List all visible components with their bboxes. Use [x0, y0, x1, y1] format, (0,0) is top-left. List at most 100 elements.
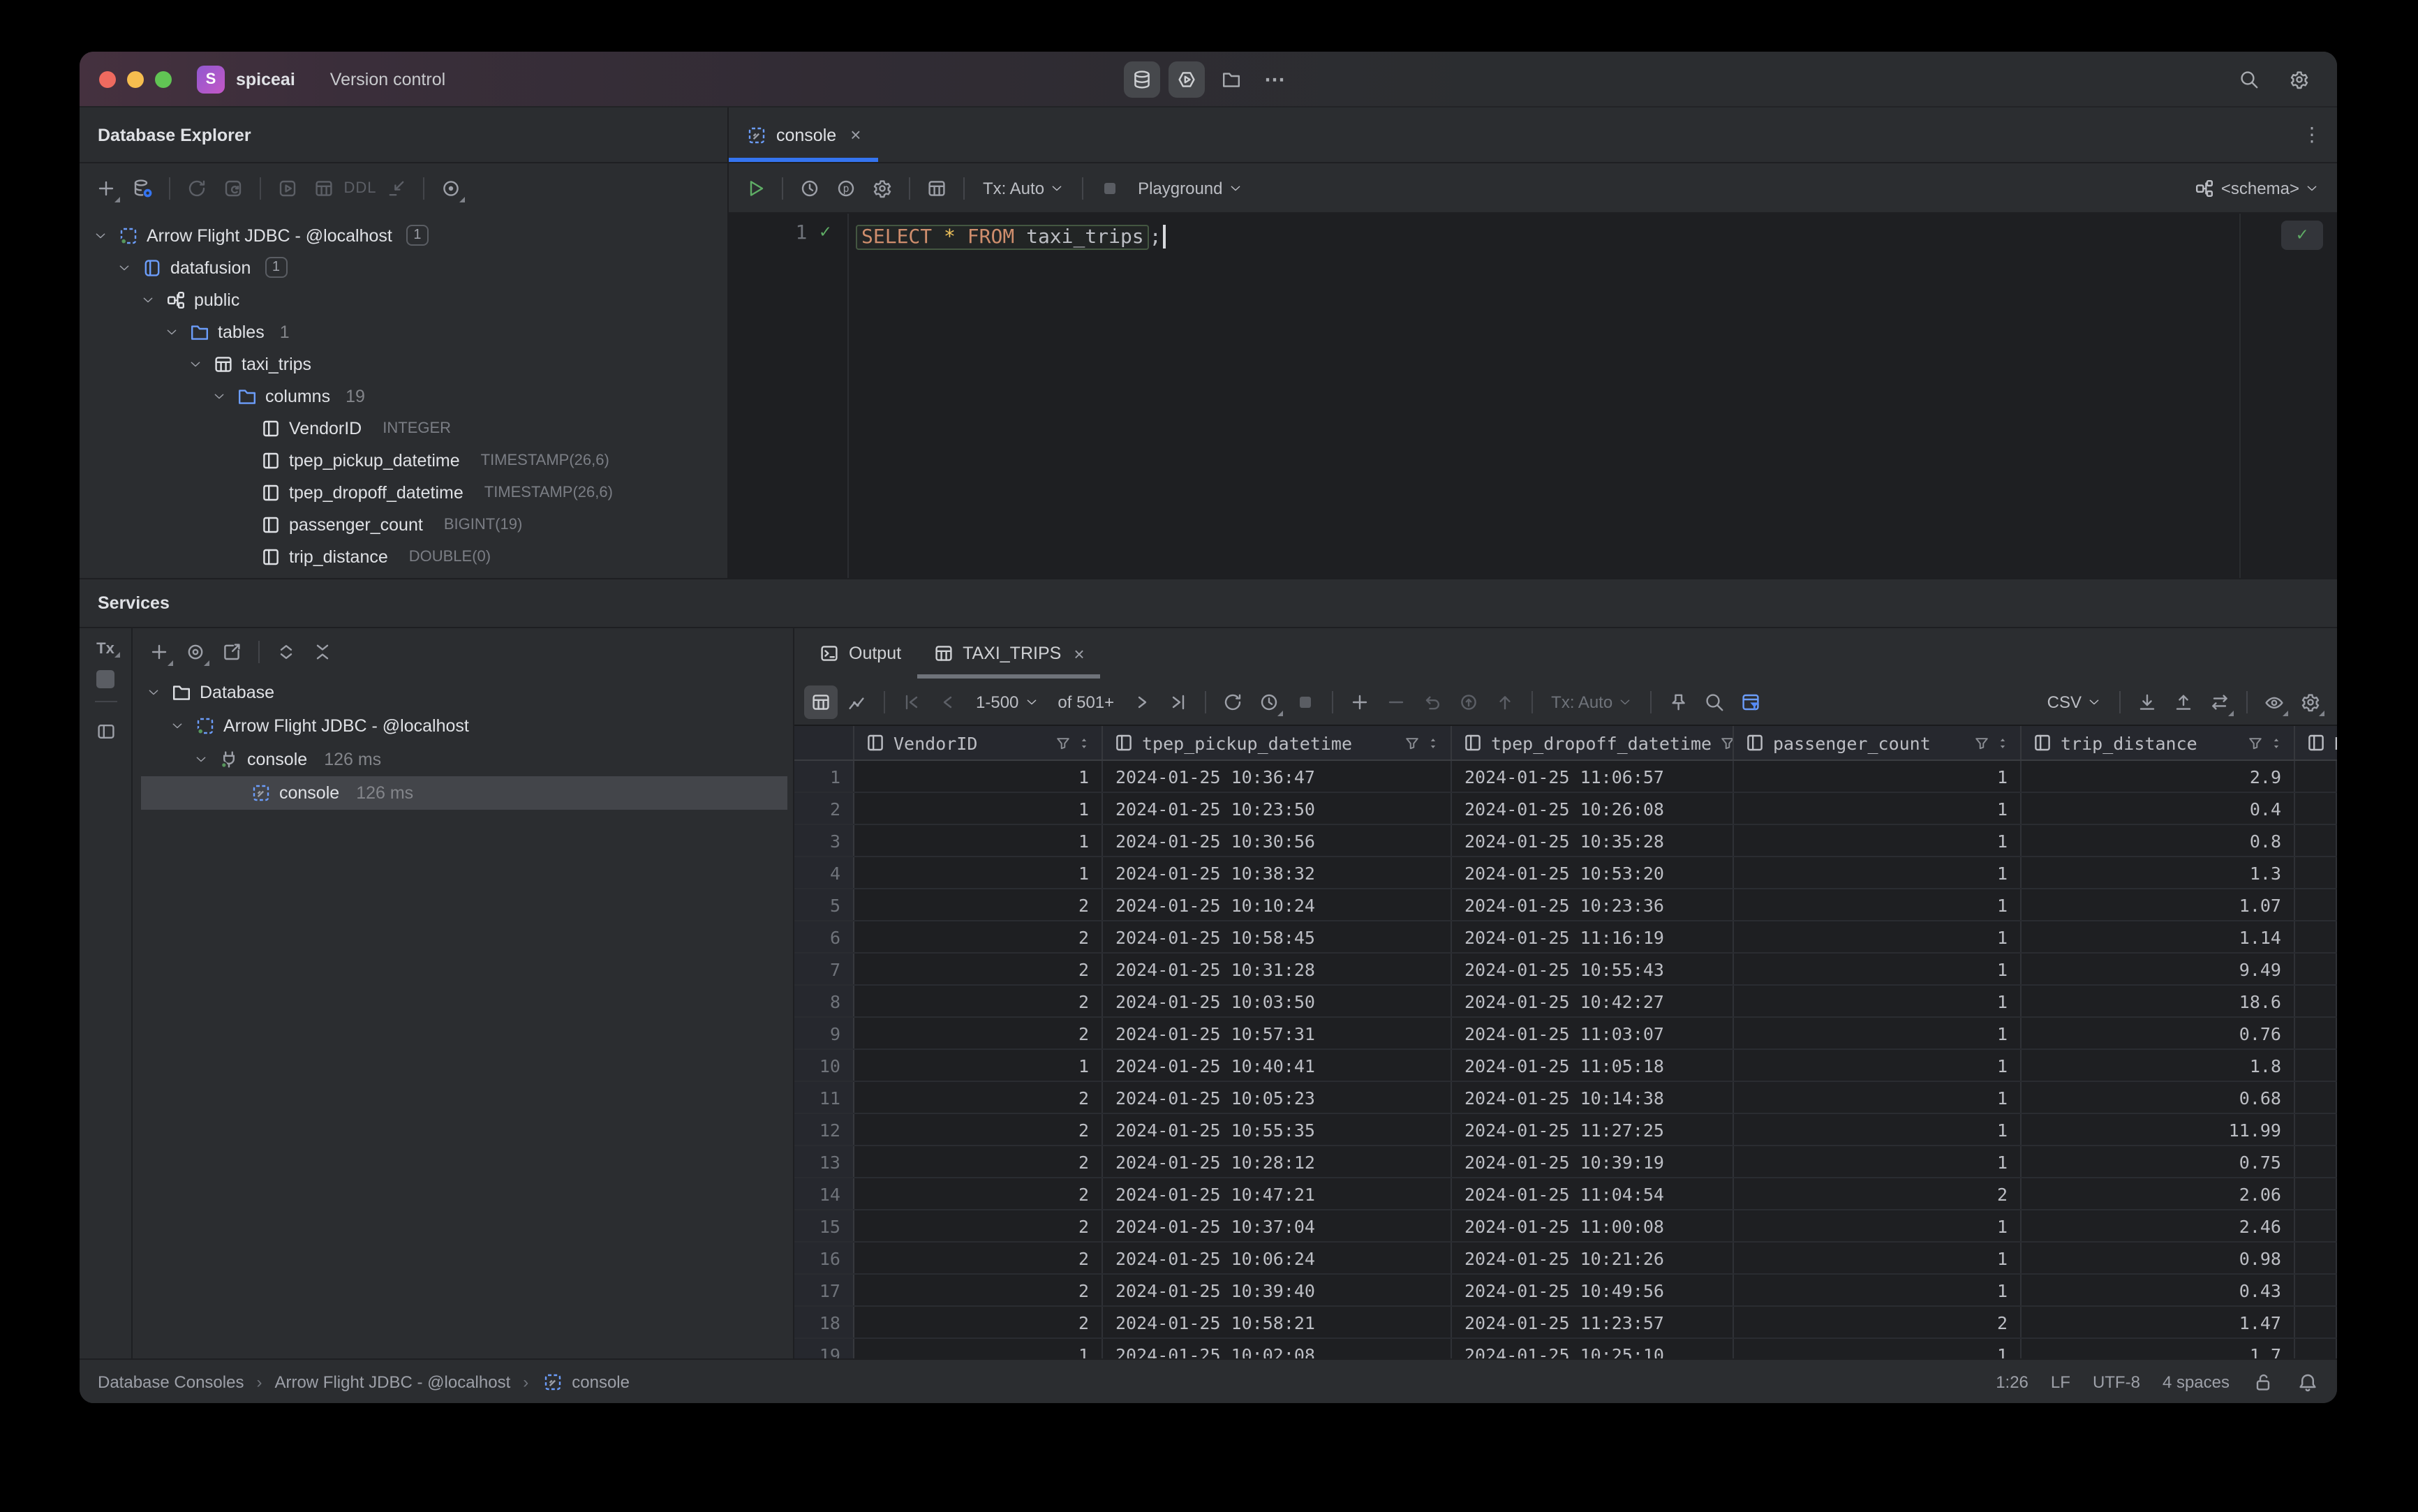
table-row[interactable]: 14 2 2024-01-25 10:47:21 2024-01-25 11:04:5… [794, 1178, 2337, 1210]
cell-trip_distance[interactable]: 0.68 [2022, 1082, 2295, 1113]
cell-tpep_pickup_datetime[interactable]: 2024-01-25 10:06:24 [1103, 1243, 1452, 1273]
cell-rate[interactable] [2295, 1339, 2337, 1358]
cell-tpep_pickup_datetime[interactable]: 2024-01-25 10:58:45 [1103, 921, 1452, 952]
cell-tpep_dropoff_datetime[interactable]: 2024-01-25 10:53:20 [1452, 857, 1734, 888]
cell-tpep_dropoff_datetime[interactable]: 2024-01-25 10:25:10 [1452, 1339, 1734, 1358]
filter-funnel-icon[interactable] [1054, 734, 1072, 752]
cell-trip_distance[interactable]: 1.7 [2022, 1339, 2295, 1358]
cell-passenger_count[interactable]: 1 [1734, 921, 2022, 952]
cell-trip_distance[interactable]: 0.4 [2022, 793, 2295, 824]
cell-tpep_dropoff_datetime[interactable]: 2024-01-25 10:39:19 [1452, 1146, 1734, 1177]
lock-open-icon[interactable] [2252, 1370, 2274, 1393]
chart-view-button[interactable] [840, 685, 874, 718]
cell-passenger_count[interactable]: 1 [1734, 1210, 2022, 1241]
expander-chevron-icon[interactable] [138, 292, 158, 306]
cell-tpep_dropoff_datetime[interactable]: 2024-01-25 11:16:19 [1452, 921, 1734, 952]
cell-vendorid[interactable]: 1 [854, 793, 1103, 824]
table-row[interactable]: 3 1 2024-01-25 10:30:56 2024-01-25 10:35:28… [794, 825, 2337, 857]
cell-tpep_dropoff_datetime[interactable]: 2024-01-25 10:42:27 [1452, 986, 1734, 1016]
cell-tpep_dropoff_datetime[interactable]: 2024-01-25 10:14:38 [1452, 1082, 1734, 1113]
cell-tpep_dropoff_datetime[interactable]: 2024-01-25 11:05:18 [1452, 1050, 1734, 1081]
cell-trip_distance[interactable]: 0.75 [2022, 1146, 2295, 1177]
cell-passenger_count[interactable]: 1 [1734, 1082, 2022, 1113]
filter-funnel-icon[interactable] [1973, 734, 1991, 752]
results-tab-taxi_trips[interactable]: TAXI_TRIPS × [917, 628, 1100, 679]
cell-rate[interactable] [2295, 857, 2337, 888]
explorer-item-tables[interactable]: tables 1 [80, 316, 727, 348]
project-folder-tool-button[interactable] [1212, 61, 1249, 97]
cell-rate[interactable] [2295, 1018, 2337, 1048]
new-datasource-button[interactable] [89, 172, 123, 205]
caret-position[interactable]: 1:26 [1996, 1372, 2028, 1391]
cell-rate[interactable] [2295, 921, 2337, 952]
cell-trip_distance[interactable]: 2.9 [2022, 761, 2295, 792]
cell-passenger_count[interactable]: 1 [1734, 1275, 2022, 1305]
cell-tpep_dropoff_datetime[interactable]: 2024-01-25 10:35:28 [1452, 825, 1734, 856]
table-row[interactable]: 10 1 2024-01-25 10:40:41 2024-01-25 11:05:1… [794, 1050, 2337, 1082]
cell-trip_distance[interactable]: 1.8 [2022, 1050, 2295, 1081]
cell-tpep_pickup_datetime[interactable]: 2024-01-25 10:36:47 [1103, 761, 1452, 792]
expander-chevron-icon[interactable] [91, 228, 110, 242]
add-row-button[interactable] [1343, 685, 1377, 718]
cell-tpep_pickup_datetime[interactable]: 2024-01-25 10:47:21 [1103, 1178, 1452, 1209]
filter-funnel-icon[interactable] [1403, 734, 1421, 752]
explorer-item-tpep-dropoff-datetime[interactable]: tpep_dropoff_datetime TIMESTAMP(26,6) [80, 476, 727, 508]
compare-with-button[interactable] [2203, 685, 2237, 718]
last-page-button[interactable] [1162, 685, 1195, 718]
cell-tpep_pickup_datetime[interactable]: 2024-01-25 10:37:04 [1103, 1210, 1452, 1241]
cell-vendorid[interactable]: 2 [854, 1275, 1103, 1305]
tx-mode-strip-button[interactable]: Tx [96, 641, 120, 658]
cell-trip_distance[interactable]: 2.06 [2022, 1178, 2295, 1209]
datasource-settings-button[interactable] [126, 172, 159, 205]
cell-tpep_dropoff_datetime[interactable]: 2024-01-25 11:06:57 [1452, 761, 1734, 792]
execute-button[interactable] [739, 171, 772, 205]
cell-passenger_count[interactable]: 1 [1734, 889, 2022, 920]
table-row[interactable]: 19 1 2024-01-25 10:02:08 2024-01-25 10:25:1… [794, 1339, 2337, 1358]
pin-tab-button[interactable] [1661, 685, 1695, 718]
cell-passenger_count[interactable]: 1 [1734, 1114, 2022, 1145]
cell-tpep_pickup_datetime[interactable]: 2024-01-25 10:58:21 [1103, 1307, 1452, 1337]
table-row[interactable]: 9 2 2024-01-25 10:57:31 2024-01-25 11:03:07… [794, 1018, 2337, 1050]
cell-rate[interactable] [2295, 954, 2337, 984]
cell-rate[interactable] [2295, 761, 2337, 792]
cell-vendorid[interactable]: 2 [854, 1114, 1103, 1145]
cell-vendorid[interactable]: 2 [854, 921, 1103, 952]
page-range[interactable]: 1-500 [967, 692, 1046, 711]
cell-vendorid[interactable]: 2 [854, 889, 1103, 920]
cell-tpep_pickup_datetime[interactable]: 2024-01-25 10:39:40 [1103, 1275, 1452, 1305]
cell-vendorid[interactable]: 2 [854, 1018, 1103, 1048]
auto-refresh-button[interactable] [1252, 685, 1286, 718]
cell-tpep_dropoff_datetime[interactable]: 2024-01-25 11:04:54 [1452, 1178, 1734, 1209]
table-row[interactable]: 16 2 2024-01-25 10:06:24 2024-01-25 10:21:2… [794, 1243, 2337, 1275]
cell-passenger_count[interactable]: 1 [1734, 793, 2022, 824]
cell-passenger_count[interactable]: 1 [1734, 1018, 2022, 1048]
cell-rate[interactable] [2295, 1082, 2337, 1113]
service-item-arrow-flight-jdbc-localhost[interactable]: Arrow Flight JDBC - @localhost [133, 709, 793, 743]
cell-vendorid[interactable]: 1 [854, 761, 1103, 792]
table-row[interactable]: 5 2 2024-01-25 10:10:24 2024-01-25 10:23:36… [794, 889, 2337, 921]
cell-rate[interactable] [2295, 1307, 2337, 1337]
table-row[interactable]: 12 2 2024-01-25 10:55:35 2024-01-25 11:27:2… [794, 1114, 2337, 1146]
cell-vendorid[interactable]: 2 [854, 1307, 1103, 1337]
table-row[interactable]: 7 2 2024-01-25 10:31:28 2024-01-25 10:55:43… [794, 954, 2337, 986]
cell-rate[interactable] [2295, 1275, 2337, 1305]
column-header-tpep_pickup_datetime[interactable]: tpep_pickup_datetime [1103, 726, 1452, 759]
close-tab-icon[interactable]: × [1074, 643, 1084, 664]
cell-tpep_dropoff_datetime[interactable]: 2024-01-25 10:23:36 [1452, 889, 1734, 920]
cell-rate[interactable] [2295, 986, 2337, 1016]
schema-selector[interactable]: <schema> [2185, 177, 2327, 199]
find-in-grid-button[interactable] [1698, 685, 1731, 718]
cell-passenger_count[interactable]: 2 [1734, 1178, 2022, 1209]
table-row[interactable]: 18 2 2024-01-25 10:58:21 2024-01-25 11:23:5… [794, 1307, 2337, 1339]
table-row[interactable]: 2 1 2024-01-25 10:23:50 2024-01-25 10:26:08… [794, 793, 2337, 825]
column-header-tpep_dropoff_datetime[interactable]: tpep_dropoff_datetime [1452, 726, 1734, 759]
table-row[interactable]: 15 2 2024-01-25 10:37:04 2024-01-25 11:00:0… [794, 1210, 2337, 1243]
cell-rate[interactable] [2295, 1146, 2337, 1177]
cell-rate[interactable] [2295, 1114, 2337, 1145]
cell-tpep_pickup_datetime[interactable]: 2024-01-25 10:03:50 [1103, 986, 1452, 1016]
table-row[interactable]: 8 2 2024-01-25 10:03:50 2024-01-25 10:42:27… [794, 986, 2337, 1018]
cell-passenger_count[interactable]: 1 [1734, 1243, 2022, 1273]
cell-trip_distance[interactable]: 1.07 [2022, 889, 2295, 920]
cell-rate[interactable] [2295, 889, 2337, 920]
close-tab-icon[interactable]: × [850, 124, 861, 145]
